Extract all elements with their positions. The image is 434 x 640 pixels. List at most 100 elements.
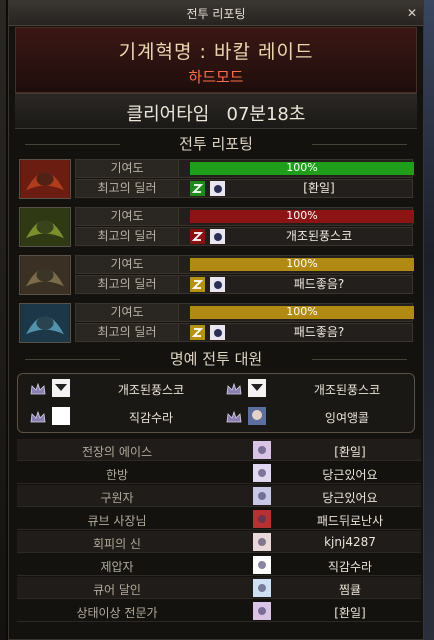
avatar <box>253 602 271 620</box>
award-title: 상태이상 전문가 <box>76 606 158 620</box>
avatar <box>253 533 271 551</box>
battle-report-window: 전투 리포팅 ✕ 기계혁명 : 바칼 레이드 하드모드 클리어타임 07분18초… <box>8 0 424 640</box>
award-title: 큐브 사장님 <box>87 514 147 528</box>
section-title-honor: 명예 전투 대원 <box>15 348 417 370</box>
honor-member-name: 직감수라 <box>128 411 174 425</box>
party-portrait <box>19 255 71 295</box>
award-row[interactable]: 한방 당근있어요 <box>17 462 421 484</box>
award-row[interactable]: 큐브 사장님 패드뒤로난사 <box>17 508 421 530</box>
window-title: 전투 리포팅 <box>186 7 246 21</box>
award-recipient: 당근있어요 <box>322 468 378 482</box>
close-icon[interactable]: ✕ <box>405 6 419 20</box>
honor-member[interactable]: 직감수라 <box>22 404 210 430</box>
award-title: 구원자 <box>100 491 134 505</box>
award-row[interactable]: 구원자 당근있어요 <box>17 485 421 507</box>
award-recipient: [환일] <box>334 606 366 620</box>
honor-member-name: 개조된풍스코 <box>117 383 185 397</box>
contribution-label: 기여도 <box>76 208 179 225</box>
crown-icon <box>226 411 242 423</box>
honor-member[interactable]: 개조된풍스코 <box>22 376 210 402</box>
contribution-row: 기여도 100% <box>75 207 414 226</box>
award-row[interactable]: 전장의 에이스 [환일] <box>17 439 421 461</box>
avatar <box>253 487 271 505</box>
contribution-bar: 100% <box>190 257 414 271</box>
raid-header: 기계혁명 : 바칼 레이드 하드모드 <box>15 27 417 93</box>
character-avatar-icon <box>210 277 225 292</box>
avatar <box>253 510 271 528</box>
clear-time-bar: 클리어타임 07분18초 <box>15 93 417 129</box>
contribution-percent: 100% <box>286 161 318 174</box>
party-row: 기여도 100% 최고의 딜러 [환일] <box>17 159 415 199</box>
best-dealer-label: 최고의 딜러 <box>76 324 179 341</box>
avatar <box>248 407 266 425</box>
best-dealer-row[interactable]: 최고의 딜러 [환일] <box>75 179 413 198</box>
contribution-row: 기여도 100% <box>75 255 414 274</box>
honor-member-name: 개조된풍스코 <box>313 383 381 397</box>
award-title: 회피의 신 <box>93 537 141 551</box>
honor-member-name: 잉여앵콜 <box>324 411 370 425</box>
contribution-percent: 100% <box>286 209 318 222</box>
honor-member[interactable]: 잉여앵콜 <box>218 404 406 430</box>
award-row[interactable]: 제압자 직감수라 <box>17 554 421 576</box>
avatar <box>253 556 271 574</box>
party-portrait <box>19 159 71 199</box>
honor-members-panel: 개조된풍스코 개조된풍스코 직감수라 잉여앵콜 <box>17 373 415 433</box>
rank-badge-icon <box>190 277 205 292</box>
award-row[interactable]: 큐어 달인 찜큘 <box>17 577 421 599</box>
rank-badge-icon <box>190 181 205 196</box>
contribution-bar: 100% <box>190 161 414 175</box>
contribution-percent: 100% <box>286 305 318 318</box>
award-title: 한방 <box>105 468 129 482</box>
avatar <box>52 407 70 425</box>
contribution-label: 기여도 <box>76 304 179 321</box>
best-dealer-label: 최고의 딜러 <box>76 276 179 293</box>
raid-mode: 하드모드 <box>188 68 244 86</box>
award-recipient: 찜큘 <box>338 583 362 597</box>
rank-badge-icon <box>190 229 205 244</box>
avatar <box>52 379 70 397</box>
character-avatar-icon <box>210 325 225 340</box>
award-recipient: 패드뒤로난사 <box>316 514 384 528</box>
title-bar[interactable]: 전투 리포팅 ✕ <box>9 1 423 26</box>
award-title: 전장의 에이스 <box>81 445 153 459</box>
avatar <box>253 441 271 459</box>
award-title: 제압자 <box>100 560 134 574</box>
party-row: 기여도 100% 최고의 딜러 패드좋음? <box>17 255 415 295</box>
best-dealer-name: 패드좋음? <box>293 325 345 339</box>
award-row[interactable]: 회피의 신 kjnj4287 <box>17 531 421 553</box>
best-dealer-name: [환일] <box>303 181 335 195</box>
avatar <box>253 464 271 482</box>
award-recipient: 직감수라 <box>327 560 373 574</box>
crown-icon <box>30 411 46 423</box>
contribution-label: 기여도 <box>76 256 179 273</box>
best-dealer-row[interactable]: 최고의 딜러 패드좋음? <box>75 275 413 294</box>
crown-icon <box>226 383 242 395</box>
best-dealer-label: 최고의 딜러 <box>76 180 179 197</box>
best-dealer-label: 최고의 딜러 <box>76 228 179 245</box>
rank-badge-icon <box>190 325 205 340</box>
contribution-bar: 100% <box>190 209 414 223</box>
party-portrait <box>19 303 71 343</box>
award-row[interactable]: 상태이상 전문가 [환일] <box>17 600 421 622</box>
character-avatar-icon <box>210 181 225 196</box>
party-row: 기여도 100% 최고의 딜러 패드좋음? <box>17 303 415 343</box>
contribution-row: 기여도 100% <box>75 159 414 178</box>
party-row: 기여도 100% 최고의 딜러 개조된풍스코 <box>17 207 415 247</box>
contribution-percent: 100% <box>286 257 318 270</box>
contribution-label: 기여도 <box>76 160 179 177</box>
clear-time-value: 07분18초 <box>226 104 306 125</box>
best-dealer-row[interactable]: 최고의 딜러 개조된풍스코 <box>75 227 413 246</box>
party-portrait <box>19 207 71 247</box>
best-dealer-name: 개조된풍스코 <box>285 229 353 243</box>
section-title-report: 전투 리포팅 <box>15 133 417 155</box>
best-dealer-name: 패드좋음? <box>293 277 345 291</box>
clear-time-label: 클리어타임 <box>126 104 210 125</box>
honor-member[interactable]: 개조된풍스코 <box>218 376 406 402</box>
award-recipient: [환일] <box>334 445 366 459</box>
contribution-bar: 100% <box>190 305 414 319</box>
raid-name: 기계혁명 : 바칼 레이드 <box>118 41 314 63</box>
award-title: 큐어 달인 <box>93 583 141 597</box>
background-left <box>0 0 6 640</box>
avatar <box>248 379 266 397</box>
best-dealer-row[interactable]: 최고의 딜러 패드좋음? <box>75 323 413 342</box>
